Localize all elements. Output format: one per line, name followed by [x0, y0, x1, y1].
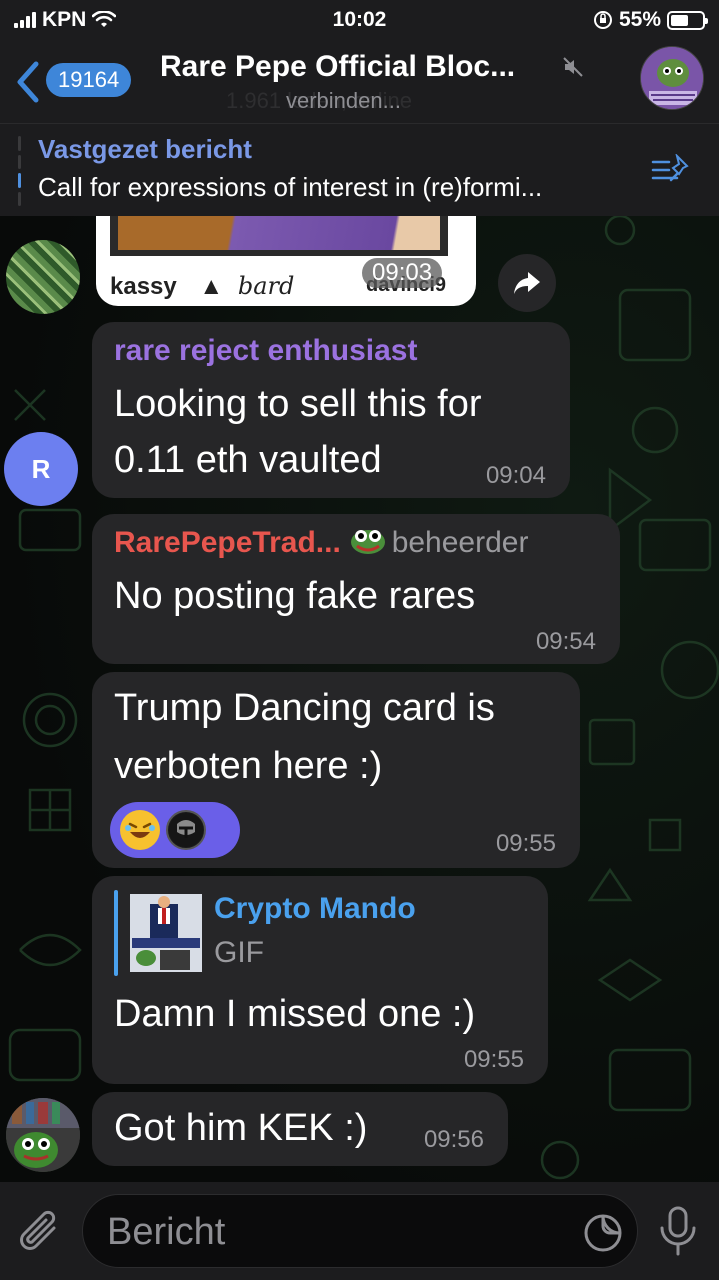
back-chevron-icon[interactable] — [12, 60, 42, 104]
reply-sender: Crypto Mando — [214, 892, 416, 925]
laughing-emoji-icon — [120, 810, 160, 850]
pinned-text: Call for expressions of interest in (re)… — [38, 172, 543, 202]
message-text-line: Trump Dancing card is — [114, 687, 495, 729]
pinned-list-icon[interactable] — [651, 154, 691, 186]
message-time: 09:54 — [535, 628, 596, 655]
connection-status: verbinden... — [286, 88, 401, 113]
message-text-line: verboten here :) — [114, 745, 383, 787]
pinned-title: Vastgezet bericht — [38, 134, 252, 164]
paperclip-icon[interactable] — [18, 1208, 64, 1258]
unread-count-badge[interactable]: 19164 — [46, 63, 132, 97]
mando-helmet-icon — [169, 813, 203, 847]
message-input-placeholder: Bericht — [107, 1211, 226, 1253]
sender-avatar[interactable]: R — [4, 432, 78, 506]
message-composer: Bericht — [0, 1182, 719, 1280]
reply-thumbnail — [130, 894, 202, 972]
chat-header: 19164 Rare Pepe Official Bloc... 1.961 l… — [0, 40, 719, 124]
message-bubble[interactable]: RarePepeTrad... beheerder No posting fak… — [92, 514, 620, 664]
message-text: Damn I missed one :) — [114, 993, 476, 1035]
pepe-avatar-image — [6, 1098, 80, 1172]
sender-avatar[interactable] — [6, 1098, 80, 1172]
pepe-emoji-icon — [351, 530, 386, 554]
group-avatar[interactable] — [640, 46, 704, 110]
muted-icon — [563, 57, 583, 77]
sender-name[interactable]: RarePepeTrad... — [114, 526, 341, 559]
battery-fill — [671, 14, 688, 26]
battery-icon — [667, 10, 708, 30]
sticker-icon[interactable] — [581, 1209, 625, 1257]
message-input[interactable]: Bericht — [82, 1194, 638, 1268]
message-time: 09:03 — [362, 258, 443, 288]
share-arrow-icon — [514, 272, 540, 294]
pepe-avatar-image — [641, 47, 703, 109]
image-caption-artist: kassy ▲ bard — [110, 272, 295, 300]
message-text-line: 0.11 eth vaulted — [114, 439, 382, 481]
message-bubble[interactable]: Got him KEK :) 09:56 — [92, 1092, 508, 1166]
message-time: 09:04 — [485, 462, 546, 489]
pinned-message-bar[interactable]: Vastgezet bericht Call for expressions o… — [0, 124, 719, 216]
gif-thumbnail-image — [130, 894, 202, 972]
orientation-lock-icon — [593, 11, 612, 29]
sender-avatar[interactable] — [6, 240, 80, 314]
battery-group: 55% — [593, 8, 708, 32]
message-bubble[interactable]: Crypto Mando GIF Damn I missed one :) 09… — [92, 876, 548, 1084]
message-text-line: Looking to sell this for — [114, 383, 482, 425]
reply-media-type: GIF — [214, 936, 264, 969]
message-text: Got him KEK :) — [114, 1107, 368, 1149]
sender-header: RarePepeTrad... beheerder — [114, 526, 528, 560]
mando-avatar-icon — [166, 810, 206, 850]
message-bubble[interactable]: Trump Dancing card is verboten here :) 0… — [92, 672, 580, 868]
message-time: 09:56 — [423, 1126, 484, 1153]
reply-preview[interactable]: Crypto Mando GIF — [114, 890, 534, 976]
admin-label: beheerder — [391, 526, 529, 559]
chat-title[interactable]: Rare Pepe Official Bloc... — [160, 50, 560, 84]
battery-percentage: 55% — [618, 8, 661, 31]
message-text: No posting fake rares — [114, 575, 476, 617]
reactions-pill[interactable] — [110, 802, 240, 858]
sender-name[interactable]: rare reject enthusiast — [114, 334, 417, 368]
reply-bar — [114, 890, 118, 976]
pinned-indicator — [18, 136, 21, 206]
message-time: 09:55 — [463, 1046, 524, 1073]
status-bar: KPN 10:02 55% — [0, 0, 719, 40]
message-time: 09:55 — [495, 830, 556, 857]
laughing-face-icon — [122, 812, 158, 848]
microphone-icon[interactable] — [658, 1204, 698, 1260]
share-button[interactable] — [498, 254, 556, 312]
message-bubble[interactable]: rare reject enthusiast Looking to sell t… — [92, 322, 570, 498]
card-image — [110, 216, 448, 256]
avatar-initial: R — [31, 453, 51, 484]
